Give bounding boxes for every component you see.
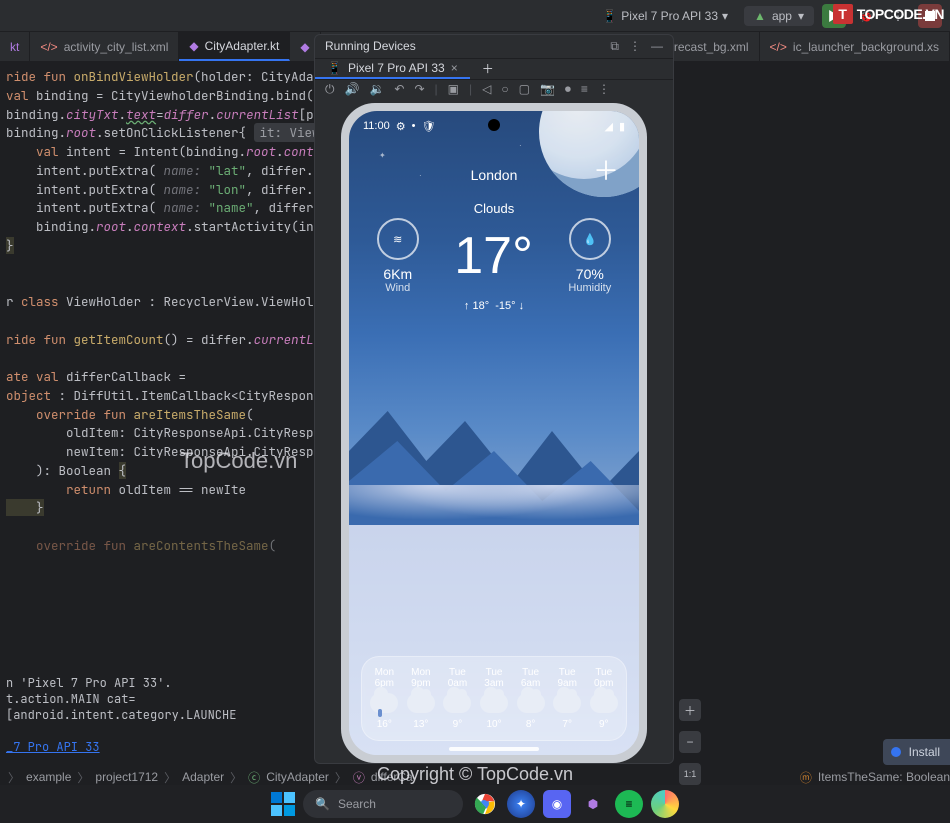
back-icon[interactable]: ◁ (482, 82, 491, 96)
tab-label: CityAdapter.kt (205, 39, 280, 53)
emulator-actions: ⏻ 🔊 🔉 ↶ ↷ | ▣ | ◁ ○ ▢ 📷 ⏺ ≡ ⋮ (315, 80, 673, 99)
add-device-tab[interactable]: ＋ (470, 59, 506, 79)
forecast-item: Tue0pm9° (585, 667, 622, 730)
crumb[interactable]: ItemsTheSame: Boolean (818, 770, 950, 784)
dot-icon: • (412, 120, 416, 132)
forecast-item: Tue9am7° (549, 667, 586, 730)
forecast-item: Tue0am9° (439, 667, 476, 730)
status-bar: 11:00 ⚙ • 🛡 ◢ ▮ (349, 111, 639, 141)
hide-icon[interactable]: — (651, 39, 663, 54)
spotify-icon[interactable]: ≡ (615, 790, 643, 818)
volume-down-icon[interactable]: 🔉 (369, 82, 384, 96)
taskbar-search[interactable]: 🔍 Search (303, 790, 463, 818)
device-screen[interactable]: ✦·· 11:00 ⚙ • 🛡 ◢ ▮ ＋ London (349, 111, 639, 755)
chevron-down-icon: ▾ (798, 9, 804, 23)
device-selector[interactable]: 📱 Pixel 7 Pro API 33 ▾ (594, 7, 736, 25)
forecast-card: Mon6pm16° Mon9pm13° Tue0am9° Tue3am10° T… (361, 656, 627, 741)
watermark-logo: T TOPCODE.VN (833, 4, 944, 24)
home-icon[interactable]: ○ (501, 82, 508, 96)
kebab-icon[interactable]: ⋮ (629, 39, 641, 54)
forecast-item: Mon9pm13° (403, 667, 440, 730)
device-tab-label: Pixel 7 Pro API 33 (348, 61, 445, 75)
settings-icon[interactable]: ≡ (581, 82, 588, 96)
condition-label: Clouds (349, 201, 639, 216)
running-devices-panel: Running Devices ⧉ ⋮ — 📱 Pixel 7 Pro API … (314, 34, 674, 764)
discord-icon[interactable]: ◉ (543, 790, 571, 818)
gear-icon: ⚙ (396, 120, 406, 133)
kotlin-icon: ◆ (189, 39, 198, 53)
config-name: app (772, 9, 792, 23)
android-icon: ▲ (754, 9, 766, 23)
record-icon[interactable]: ⏺ (565, 82, 571, 97)
zoom-in-button[interactable]: ＋ (679, 699, 701, 721)
forecast-item: Tue6am8° (512, 667, 549, 730)
zoom-out-button[interactable]: − (679, 731, 701, 753)
kebab-icon[interactable]: ⋮ (598, 82, 610, 96)
humidity-metric: 💧 70% Humidity (568, 218, 611, 294)
close-icon[interactable]: × (451, 61, 458, 75)
wind-metric: ≋ 6Km Wind (377, 218, 419, 294)
tab-cityadapter[interactable]: ◆ CityAdapter.kt (179, 32, 290, 61)
mode-icon[interactable]: ▣ (448, 82, 459, 96)
device-tab[interactable]: 📱 Pixel 7 Pro API 33 × (315, 59, 470, 79)
shield-icon: 🛡 (421, 120, 435, 133)
battery-icon: ▮ (619, 120, 625, 133)
temperature: 17° (454, 230, 533, 282)
visual-studio-icon[interactable]: ⬢ (579, 790, 607, 818)
phone-icon: 📱 (602, 9, 617, 23)
xml-icon: </> (770, 40, 787, 54)
crumb[interactable]: differCa (371, 770, 413, 784)
xml-icon: </> (40, 40, 57, 54)
device-frame: ✦·· 11:00 ⚙ • 🛡 ◢ ▮ ＋ London (341, 103, 647, 763)
forecast-item: Mon6pm16° (366, 667, 403, 730)
open-window-icon[interactable]: ⧉ (610, 39, 619, 54)
windows-taskbar: 🔍 Search ✦ ◉ ⬢ ≡ (0, 785, 950, 823)
tab-kt-prev[interactable]: kt (0, 32, 30, 61)
app-icon[interactable] (651, 790, 679, 818)
droplet-icon: 💧 (583, 233, 597, 246)
tab-label: forecast_bg.xml (664, 40, 749, 54)
top-toolbar: 📱 Pixel 7 Pro API 33 ▾ ▲ app ▾ 🐞 ⋮ T TOP… (0, 0, 950, 32)
tab-label: ic_launcher_background.xs (793, 40, 939, 54)
search-placeholder: Search (338, 797, 376, 811)
crumb[interactable]: CityAdapter (266, 770, 329, 784)
log-link[interactable]: _7 Pro API 33 (6, 739, 100, 755)
run-config-selector[interactable]: ▲ app ▾ (744, 6, 814, 26)
run-log: n 'Pixel 7 Pro API 33'. t.action.MAIN ca… (0, 669, 312, 761)
volume-up-icon[interactable]: 🔊 (345, 82, 360, 96)
chrome-icon[interactable] (471, 790, 499, 818)
clock: 11:00 (363, 120, 390, 132)
crumb[interactable]: Adapter (182, 770, 224, 784)
phone-icon: 📱 (327, 61, 342, 75)
tab-label: activity_city_list.xml (64, 40, 169, 54)
tab-launcher-bg[interactable]: </> ic_launcher_background.xs (760, 32, 950, 61)
screenshot-icon[interactable]: 📷 (540, 82, 555, 96)
chevron-down-icon: ▾ (722, 9, 728, 23)
install-pill[interactable]: Install (883, 739, 950, 765)
rotate-left-icon[interactable]: ↶ (394, 82, 404, 96)
start-button[interactable] (271, 792, 295, 816)
wind-icon: ≋ (393, 233, 402, 246)
rotate-right-icon[interactable]: ↷ (414, 82, 424, 96)
tab-activity-city-list[interactable]: </> activity_city_list.xml (30, 32, 179, 61)
copilot-icon[interactable]: ✦ (507, 790, 535, 818)
device-name: Pixel 7 Pro API 33 (621, 9, 718, 23)
crumb[interactable]: example (26, 770, 71, 784)
crumb[interactable]: project1712 (95, 770, 158, 784)
power-icon[interactable]: ⏻ (325, 82, 335, 97)
search-icon: 🔍 (315, 797, 330, 811)
signal-icon: ◢ (604, 120, 612, 133)
overview-icon[interactable]: ▢ (519, 82, 530, 96)
add-location-button[interactable]: ＋ (593, 151, 619, 188)
nav-pill[interactable] (449, 747, 539, 751)
panel-title: Running Devices (325, 39, 416, 53)
forecast-item: Tue3am10° (476, 667, 513, 730)
high-low: ↑ 18° -15° ↓ (349, 300, 639, 312)
